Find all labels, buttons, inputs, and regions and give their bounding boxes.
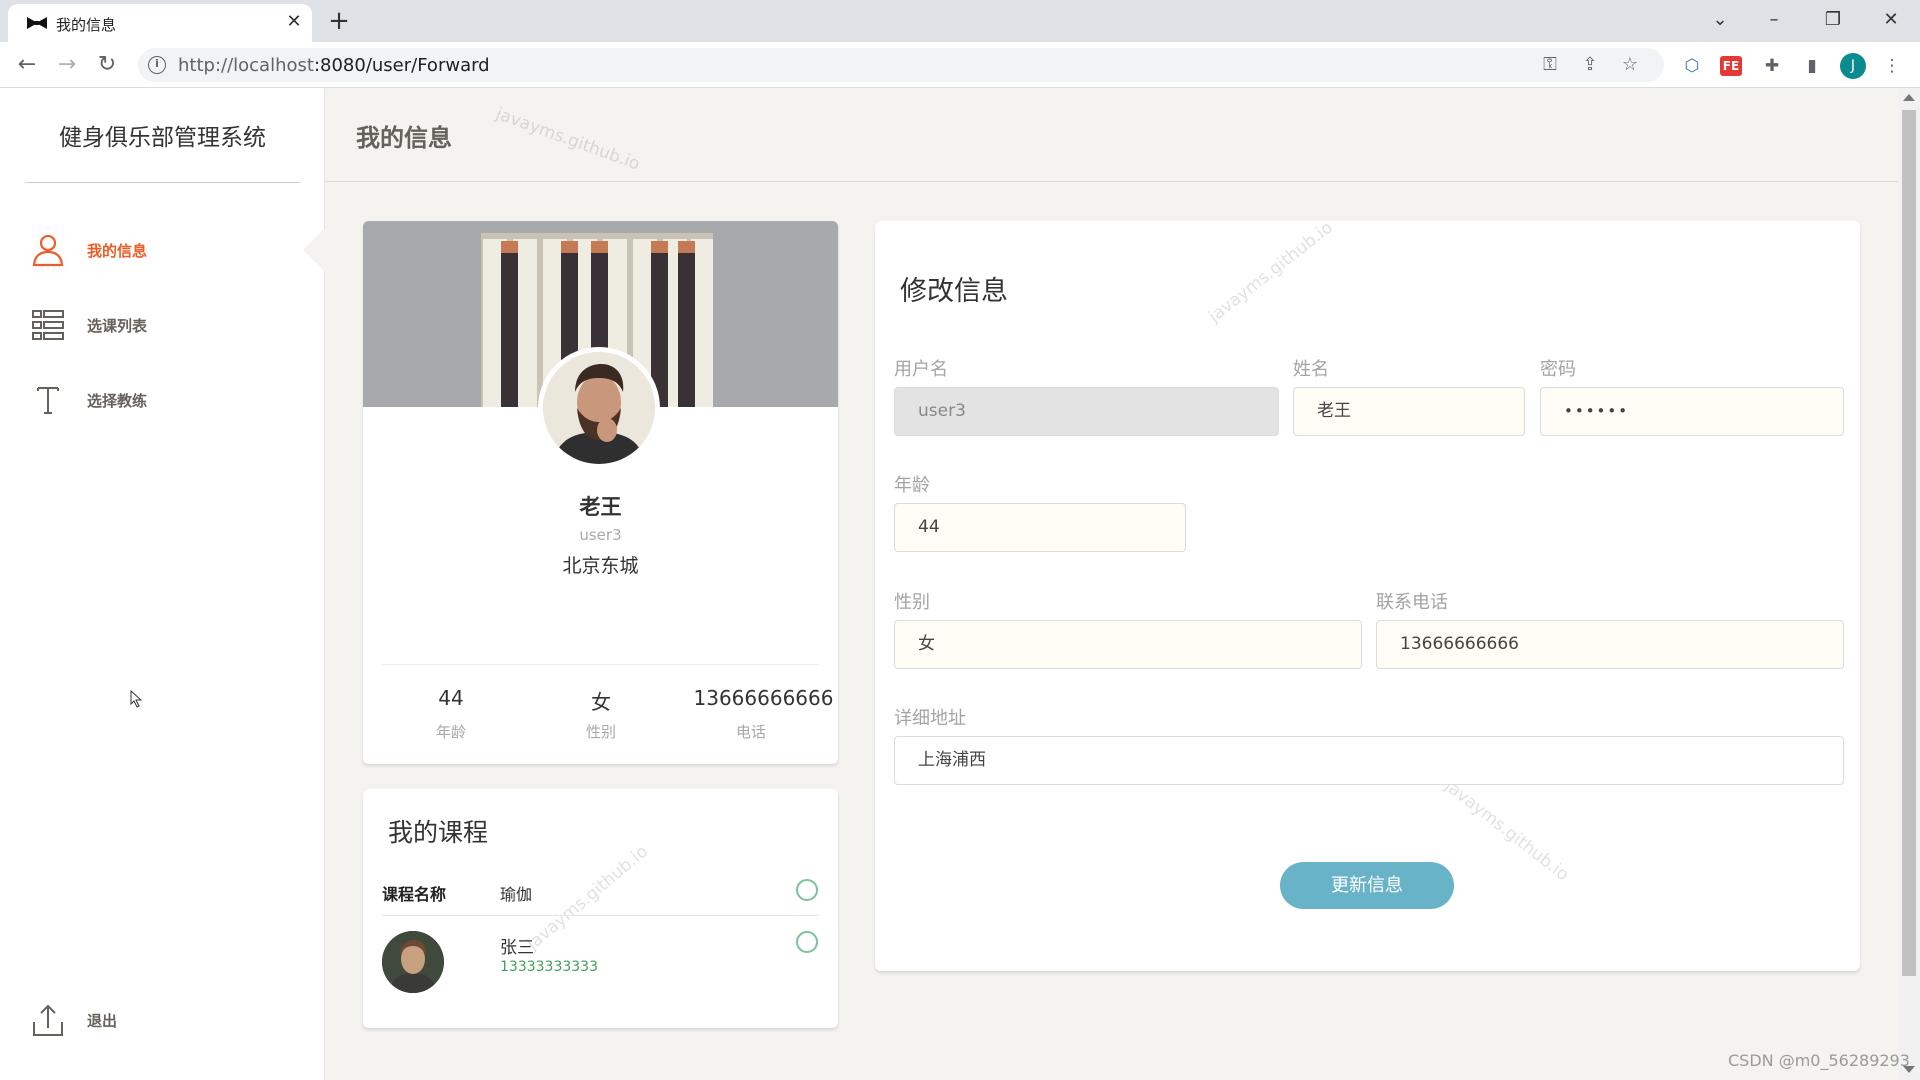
address-bar[interactable]: i http://localhost:8080/user/Forward ⚿ ⇪… (138, 48, 1664, 82)
coach-name: 张三 (500, 938, 534, 958)
watermark: javayms.github.io (1440, 776, 1573, 886)
list-icon (32, 310, 64, 340)
profile-name: 老王 (579, 495, 622, 519)
active-indicator-arrow (303, 228, 325, 272)
name-field[interactable]: 老王 (1293, 387, 1525, 436)
age-field[interactable]: 44 (894, 503, 1186, 552)
courses-title: 我的课程 (388, 818, 489, 847)
reload-icon[interactable]: ↻ (92, 50, 122, 80)
phone-field[interactable]: 13666666666 (1376, 620, 1844, 669)
phone-label: 联系电话 (1376, 592, 1448, 613)
course-name-label: 课程名称 (382, 885, 447, 904)
stat-age-value: 44 (438, 686, 464, 710)
star-icon[interactable]: ☆ (1618, 54, 1642, 76)
profile-address: 北京东城 (562, 555, 639, 577)
main-content: 我的信息 javayms.github.io 老王 user3 北京东城 44 … (325, 88, 1898, 1080)
password-field[interactable]: •••••• (1540, 387, 1844, 436)
scroll-thumb[interactable] (1902, 110, 1916, 976)
profile-avatar[interactable]: J (1840, 53, 1866, 79)
new-tab-icon[interactable]: + (324, 6, 354, 36)
username-field[interactable]: user3 (894, 387, 1279, 436)
name-label: 姓名 (1293, 359, 1329, 380)
close-tab-icon[interactable]: ✕ (283, 11, 305, 33)
my-courses-card: 我的课程 javayms.github.io 课程名称 瑜伽 张三 133333… (363, 789, 838, 1028)
brand-title: 健身俱乐部管理系统 (59, 125, 266, 151)
address-label: 详细地址 (894, 708, 966, 729)
coach-phone: 13333333333 (500, 959, 598, 975)
share-icon[interactable]: ⇪ (1578, 54, 1602, 76)
stat-gender-label: 性别 (585, 723, 616, 741)
watermark: javayms.github.io (523, 841, 652, 955)
tab-title: 我的信息 (56, 16, 117, 34)
key-icon[interactable]: ⚿ (1538, 54, 1562, 76)
address-field[interactable]: 上海浦西 (894, 736, 1844, 785)
stat-gender-value: 女 (591, 690, 611, 714)
profile-card: 老王 user3 北京东城 44 年龄 女 性别 13666666666 电话 (363, 221, 838, 764)
profile-avatar-image (538, 347, 660, 469)
scroll-up-icon[interactable] (1903, 94, 1915, 101)
sidebar-item-my-info[interactable]: 我的信息 (30, 228, 290, 272)
fe-extension-icon[interactable]: FE (1720, 56, 1742, 76)
age-label: 年龄 (894, 475, 930, 496)
sidebar-item-label: 选课列表 (87, 317, 148, 335)
page-title: 我的信息 (356, 124, 452, 152)
info-icon[interactable]: i (148, 56, 166, 74)
extension-hex-icon[interactable]: ⬡ (1680, 54, 1704, 78)
sidebar-item-choose-coach[interactable]: 选择教练 (30, 378, 290, 422)
browser-tab[interactable]: 我的信息 ✕ (8, 4, 312, 42)
update-info-button[interactable]: 更新信息 (1280, 862, 1454, 909)
coach-status-ring-icon[interactable] (796, 931, 818, 953)
course-name-value: 瑜伽 (500, 885, 533, 904)
watermark: javayms.github.io (1205, 217, 1337, 327)
mouse-cursor-icon (130, 690, 143, 708)
sidebar-item-course-list[interactable]: 选课列表 (30, 303, 290, 347)
sidepanel-icon[interactable]: ▮ (1800, 54, 1824, 78)
username-label: 用户名 (894, 359, 948, 380)
profile-username: user3 (579, 526, 622, 544)
sidebar-item-label: 选择教练 (87, 392, 148, 410)
page-scrollbar[interactable] (1898, 88, 1920, 1080)
forward-icon[interactable]: → (52, 50, 82, 80)
coach-avatar (382, 931, 444, 993)
brand-divider (25, 182, 300, 183)
signout-label: 退出 (87, 1012, 118, 1030)
puzzle-icon[interactable]: ✚ (1760, 54, 1784, 78)
bowtie-icon (27, 17, 47, 29)
course-divider (382, 915, 819, 916)
browser-toolbar: ← → ↻ i http://localhost:8080/user/Forwa… (0, 42, 1920, 88)
profile-divider (382, 664, 819, 665)
text-icon (37, 387, 59, 414)
stat-phone-label: 电话 (735, 723, 766, 741)
csdn-watermark: CSDN @m0_56289293 (1728, 1051, 1910, 1070)
menu-dots-icon[interactable]: ⋮ (1880, 54, 1904, 78)
edit-title: 修改信息 (900, 276, 1008, 307)
user-icon (32, 234, 64, 267)
restore-icon[interactable]: ❐ (1813, 5, 1853, 35)
close-window-icon[interactable]: ✕ (1871, 5, 1911, 35)
gender-label: 性别 (894, 592, 930, 613)
sidebar-item-label: 我的信息 (87, 242, 148, 260)
edit-info-card: 修改信息 javayms.github.io javayms.github.io… (875, 217, 1860, 971)
password-label: 密码 (1540, 359, 1576, 380)
minimize-icon[interactable]: – (1754, 5, 1794, 35)
back-icon[interactable]: ← (12, 50, 42, 80)
signout-button[interactable]: 退出 (30, 998, 230, 1042)
app: 健身俱乐部管理系统 我的信息 选课列表 选择教练 退出 我的信息 javayms… (0, 88, 1920, 1080)
gender-field[interactable]: 女 (894, 620, 1362, 669)
url-text[interactable]: http://localhost:8080/user/Forward (178, 55, 490, 76)
tab-search-icon[interactable]: ⌄ (1700, 5, 1740, 35)
sidebar: 健身俱乐部管理系统 我的信息 选课列表 选择教练 退出 (0, 88, 325, 1080)
stat-age-label: 年龄 (435, 723, 466, 741)
course-status-ring-icon[interactable] (796, 879, 818, 901)
stat-phone-value: 13666666666 (693, 686, 834, 710)
browser-tabstrip: 我的信息 ✕ + ⌄ – ❐ ✕ (0, 0, 1920, 42)
upload-icon (33, 1004, 63, 1036)
